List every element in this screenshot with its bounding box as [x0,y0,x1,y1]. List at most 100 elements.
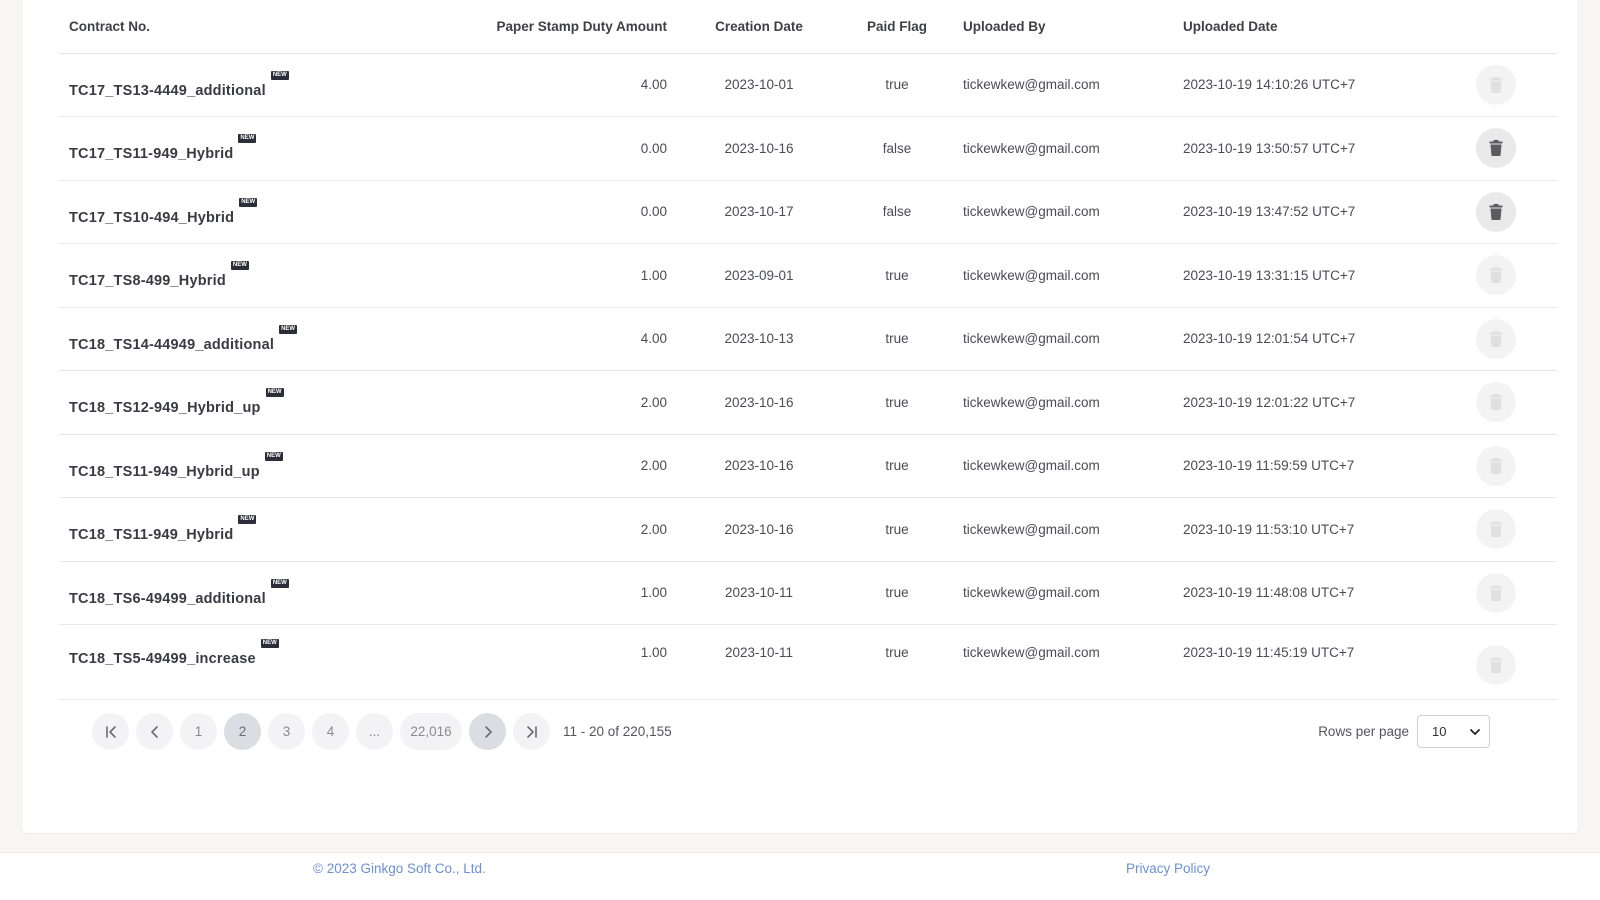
delete-button [1476,572,1516,613]
table-row[interactable]: TC18_TS6-49499_additional NEW 1.00 2023-10-… [59,561,1557,625]
cell-uploaded-by: tickewkew@gmail.com [953,434,1173,498]
cell-paid-flag: true [841,370,953,435]
cell-creation-date: 2023-10-13 [677,307,841,371]
page-button-3[interactable]: 3 [268,713,305,750]
cell-uploaded-by: tickewkew@gmail.com [953,561,1173,625]
first-page-button[interactable] [92,713,129,750]
cell-contract-no: TC18_TS5-49499_increase NEW [59,624,389,700]
page-button-1[interactable]: 1 [180,713,217,750]
new-badge: NEW [260,639,279,648]
cell-actions [1435,180,1557,244]
cell-stamp-duty-amount: 4.00 [389,53,677,117]
contract-name[interactable]: TC18_TS6-49499_additional [69,591,266,607]
copyright-text: © 2023 Ginkgo Soft Co., Ltd. [313,861,486,876]
cell-stamp-duty-amount: 2.00 [389,497,677,562]
cell-stamp-duty-amount: 0.00 [389,116,677,181]
page-button-2[interactable]: 2 [224,713,261,750]
page-button-4[interactable]: 4 [312,713,349,750]
cell-uploaded-by: tickewkew@gmail.com [953,624,1173,700]
delete-button[interactable] [1476,191,1516,232]
cell-creation-date: 2023-10-01 [677,53,841,117]
cell-paid-flag: true [841,243,953,308]
contract-name[interactable]: TC18_TS11-949_Hybrid_up [69,464,260,480]
trash-icon [1489,140,1503,157]
cell-stamp-duty-amount: 1.00 [389,624,677,700]
table-row[interactable]: TC17_TS11-949_Hybrid NEW 0.00 2023-10-16 fal… [59,116,1557,181]
trash-icon [1489,457,1503,474]
table-row[interactable]: TC17_TS8-499_Hybrid NEW 1.00 2023-09-01 true… [59,243,1557,308]
trash-icon [1489,394,1503,411]
table-row[interactable]: TC17_TS13-4449_additionalNEW 4.00 2023-10-… [59,53,1557,117]
table-row[interactable]: TC18_TS12-949_Hybrid_up NEW 2.00 2023-10-16… [59,370,1557,435]
pagination: 1 2 3 4 ... 22,016 11 - 20 of 220,155 [92,713,672,750]
trash-icon [1489,267,1503,284]
new-badge: NEW [238,515,257,525]
new-badge: NEW [264,451,283,461]
chevron-down-icon [1470,728,1480,735]
contract-name[interactable]: TC17_TS11-949_Hybrid [69,146,233,162]
cell-uploaded-date: 2023-10-19 11:48:08 UTC+7 [1173,561,1435,625]
cell-uploaded-date: 2023-10-19 12:01:22 UTC+7 [1173,370,1435,435]
cell-stamp-duty-amount: 0.00 [389,180,677,244]
page-button-last-number[interactable]: 22,016 [400,713,462,750]
prev-page-icon [150,725,158,738]
header-contract-no[interactable]: Contract No. [59,1,389,54]
cell-paid-flag: false [841,180,953,244]
privacy-policy-link[interactable]: Privacy Policy [1126,861,1210,876]
contract-name[interactable]: TC18_TS12-949_Hybrid_up [69,400,261,416]
delete-button [1476,509,1516,550]
table-row[interactable]: TC17_TS10-494_Hybrid NEW 0.00 2023-10-17 fal… [59,180,1557,244]
cell-stamp-duty-amount: 1.00 [389,561,677,625]
table-row[interactable]: TC18_TS14-44949_additionalNEW 4.00 2023-10… [59,307,1557,371]
new-badge: NEW [270,578,289,588]
next-page-button[interactable] [469,713,506,750]
header-paid-flag[interactable]: Paid Flag [841,1,953,54]
footer: © 2023 Ginkgo Soft Co., Ltd. Privacy Pol… [0,852,1600,900]
next-page-icon [484,725,492,738]
prev-page-button[interactable] [136,713,173,750]
contract-name[interactable]: TC18_TS11-949_Hybrid [69,527,233,543]
trash-icon [1489,584,1503,601]
cell-uploaded-by: tickewkew@gmail.com [953,243,1173,308]
cell-uploaded-by: tickewkew@gmail.com [953,307,1173,371]
rows-per-page: Rows per page 10 [1318,715,1490,748]
rows-per-page-select[interactable]: 10 [1417,715,1490,748]
cell-contract-no: TC18_TS11-949_Hybrid NEW [59,497,389,562]
cell-paid-flag: true [841,561,953,625]
contract-name[interactable]: TC17_TS13-4449_additional [69,83,266,99]
contract-name[interactable]: TC17_TS10-494_Hybrid [69,210,234,226]
cell-uploaded-date: 2023-10-19 13:31:15 UTC+7 [1173,243,1435,308]
header-uploaded-date[interactable]: Uploaded Date [1173,1,1435,54]
cell-contract-no: TC18_TS14-44949_additional NEW [59,307,389,371]
cell-contract-no: TC18_TS11-949_Hybrid_up NEW [59,434,389,498]
cell-creation-date: 2023-10-16 [677,370,841,435]
cell-uploaded-date: 2023-10-19 11:53:10 UTC+7 [1173,497,1435,562]
cell-uploaded-by: tickewkew@gmail.com [953,370,1173,435]
table-row[interactable]: TC18_TS5-49499_increase NEW 1.00 2023-10-11… [59,624,1557,700]
cell-paid-flag: true [841,53,953,117]
contract-name[interactable]: TC18_TS14-44949_additional [69,337,274,353]
header-creation-date[interactable]: Creation Date [677,1,841,54]
contracts-table: Contract No. Paper Stamp Duty Amount Cre… [59,1,1557,700]
contract-name[interactable]: TC18_TS5-49499_increase [69,651,256,667]
delete-button[interactable] [1476,128,1516,169]
trash-icon [1489,76,1503,93]
cell-paid-flag: true [841,307,953,371]
table-row[interactable]: TC18_TS11-949_Hybrid NEW 2.00 2023-10-16 tru… [59,497,1557,562]
header-actions [1435,1,1557,54]
cell-actions [1435,370,1557,435]
cell-uploaded-date: 2023-10-19 13:47:52 UTC+7 [1173,180,1435,244]
rows-per-page-value: 10 [1432,724,1447,739]
cell-contract-no: TC17_TS11-949_Hybrid NEW [59,116,389,181]
last-page-icon [526,725,537,738]
cell-stamp-duty-amount: 4.00 [389,307,677,371]
header-uploaded-by[interactable]: Uploaded By [953,1,1173,54]
table-row[interactable]: TC18_TS11-949_Hybrid_up NEW 2.00 2023-10-16… [59,434,1557,498]
contracts-card: Contract No. Paper Stamp Duty Amount Cre… [21,0,1579,834]
cell-uploaded-by: tickewkew@gmail.com [953,180,1173,244]
cell-paid-flag: false [841,116,953,181]
contract-name[interactable]: TC17_TS8-499_Hybrid [69,273,226,289]
last-page-button[interactable] [513,713,550,750]
cell-creation-date: 2023-10-11 [677,624,841,700]
header-stamp-duty-amount[interactable]: Paper Stamp Duty Amount [389,1,677,54]
